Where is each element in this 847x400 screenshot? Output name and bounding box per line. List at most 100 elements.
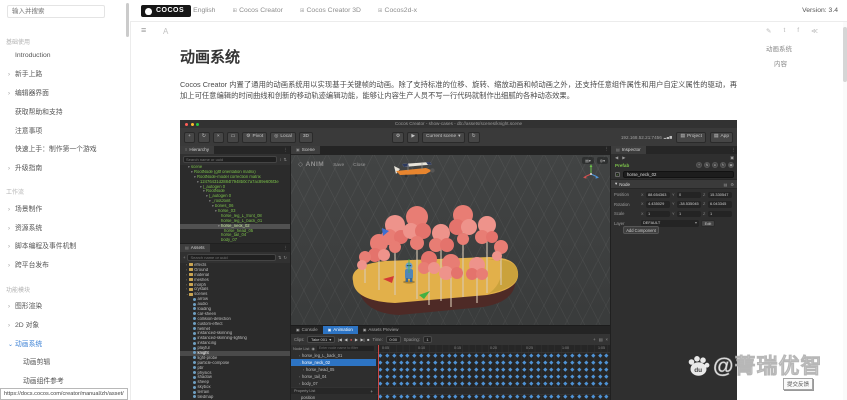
assets-search-input[interactable]: Search name or uuid <box>187 254 276 261</box>
sidebar-item[interactable]: 工作流 <box>6 187 127 196</box>
sidebar-item[interactable]: › 新手上路 <box>0 64 127 83</box>
z-value-input[interactable]: 15.330547 <box>708 191 732 198</box>
sidebar-item[interactable]: › 脚本编程及事件机制 <box>0 236 127 255</box>
prev-frame-button[interactable]: ◀ <box>344 337 347 342</box>
help-icon[interactable]: ▤ <box>724 182 728 187</box>
toc-item[interactable]: 内容 <box>766 55 792 70</box>
toc-item[interactable]: 动画系统 <box>766 40 792 55</box>
panel-menu-icon[interactable]: ⋮ <box>732 147 737 153</box>
preview-settings-button[interactable]: ⚙ <box>392 131 405 143</box>
sidebar-item[interactable]: 注意事项 <box>0 120 127 139</box>
sidebar-item[interactable]: › 图形渲染 <box>0 296 127 315</box>
tab-hierarchy[interactable]: ≡ Hierarchy <box>180 146 214 154</box>
jump-start-button[interactable]: |◀ <box>338 337 342 342</box>
stop-button[interactable]: ■ <box>367 337 369 342</box>
sidebar-item[interactable]: › 跨平台发布 <box>0 255 127 274</box>
tree-node[interactable]: ▾12476431d2884f7948b0c7a7ac89e605f3e <box>180 180 290 185</box>
timeline-track-area[interactable]: 0:05 0:10 0:15 0:20 0:25 1:00 1:05 <box>376 345 611 400</box>
add-asset-icon[interactable]: + <box>183 255 185 260</box>
prefab-add-icon[interactable]: + <box>696 162 702 168</box>
refresh-button[interactable]: ↻ <box>467 131 480 143</box>
y-value-input[interactable]: -38.535045 <box>677 201 701 208</box>
3d-toggle[interactable]: 3D <box>298 131 313 143</box>
lock-icon[interactable]: ▣ <box>730 155 734 160</box>
bottom-tab[interactable]: ▣ Console <box>291 326 323 334</box>
sidebar-item[interactable]: 动画组件参考 <box>0 371 127 388</box>
add-component-button[interactable]: Add Component <box>623 226 659 234</box>
sidebar-item[interactable]: › 场景制作 <box>0 198 127 217</box>
close-window-icon[interactable] <box>185 122 188 126</box>
node-filter-input[interactable]: Enter node name to filter <box>316 346 374 351</box>
timeline-node-row[interactable]: › horse_head_05 <box>291 366 376 373</box>
sidebar-scrollbar[interactable] <box>126 3 129 37</box>
panel-menu-icon[interactable]: ⋮ <box>284 147 289 153</box>
rotate-tool-icon[interactable]: ↻ <box>197 131 210 143</box>
sort-icon[interactable]: ⇅ <box>278 255 282 260</box>
scale-tool-icon[interactable]: × <box>212 131 224 143</box>
sidebar-item[interactable]: 功能模块 <box>6 285 127 294</box>
timeline-node-row[interactable]: › horse_leg_L_back_01 <box>291 352 376 359</box>
search-input[interactable] <box>7 5 105 18</box>
minimize-window-icon[interactable] <box>190 122 194 126</box>
add-event-icon[interactable]: + <box>593 337 595 342</box>
timeline-node-row[interactable]: ⌄horse_neck_02 <box>291 359 376 366</box>
refresh-icon[interactable]: ↻ <box>283 255 287 260</box>
asset-item[interactable]: tiledmap <box>180 395 290 400</box>
open-app-button[interactable]: ▤ App <box>709 131 733 143</box>
sort-icon[interactable]: ⇅ <box>283 157 287 162</box>
play-anim-button[interactable]: ▶ <box>355 337 358 342</box>
property-row[interactable]: position <box>291 394 376 400</box>
sidebar-item[interactable]: 基础使用 <box>6 37 127 46</box>
sidebar-item[interactable]: ⌄ 动画系统 <box>0 333 127 352</box>
exit-icon[interactable]: × <box>606 337 608 342</box>
spacing-input[interactable]: 1 <box>422 336 433 343</box>
layer-edit-button[interactable]: Edit <box>701 220 715 227</box>
x-value-input[interactable]: 88.654363 <box>646 191 670 198</box>
forward-icon[interactable]: ▶ <box>622 155 625 160</box>
header-link[interactable]: English <box>191 7 215 14</box>
record-button[interactable]: ● <box>350 337 352 342</box>
play-button[interactable]: ▶ <box>407 131 420 143</box>
prefab-reset-icon[interactable]: ↻ <box>720 162 726 168</box>
node-name-input[interactable]: horse_neck_02 <box>623 170 734 178</box>
page-scrollbar[interactable] <box>843 22 847 400</box>
open-project-button[interactable]: ▤ Project <box>676 131 706 143</box>
header-link[interactable]: ⊞ Cocos Creator <box>232 7 282 14</box>
prefab-locate-icon[interactable]: ● <box>712 162 718 168</box>
panel-menu-icon[interactable]: ⋮ <box>605 146 610 152</box>
y-value-input[interactable]: 0 <box>677 191 701 198</box>
clip-dropdown[interactable]: Take 001 ▾ <box>307 336 335 343</box>
pivot-toggle[interactable]: ⚙ Pivot <box>242 131 268 143</box>
node-active-checkbox[interactable]: ✓ <box>615 171 620 177</box>
scene-viewport[interactable]: ◇ ANIM Save Close ▤▾ ◎▾ <box>290 155 611 325</box>
keyframe-grid-position[interactable] <box>376 393 611 400</box>
hierarchy-search-input[interactable]: Search name or uuid <box>183 156 278 163</box>
edit-icon[interactable]: ✎ <box>766 27 771 35</box>
timeline-node-row[interactable]: › horse_tail_04 <box>291 373 376 380</box>
back-icon[interactable]: ◀ <box>615 155 618 160</box>
sidebar-item[interactable]: 快速上手：制作第一个游戏 <box>0 139 127 158</box>
header-link[interactable]: ⊞ Cocos Creator 3D <box>300 7 361 14</box>
gear-icon[interactable]: ⚙ <box>730 182 734 187</box>
sidebar-item[interactable]: › 2D 对象 <box>0 314 127 333</box>
sidebar-item[interactable]: 动画剪辑 <box>0 352 127 371</box>
sidebar-item[interactable]: › 资源系统 <box>0 217 127 236</box>
x-value-input[interactable]: 4.435029 <box>646 201 670 208</box>
tab-inspector[interactable]: ▤ Inspector <box>611 146 646 154</box>
y-value-input[interactable]: 1 <box>677 210 701 217</box>
anim-close-button[interactable]: Close <box>353 163 365 168</box>
local-toggle[interactable]: ◎ Local <box>270 131 296 143</box>
z-value-input[interactable]: 1 <box>708 210 732 217</box>
zoom-window-icon[interactable] <box>196 122 199 126</box>
preview-target-dropdown[interactable]: Current scene ▾ <box>422 131 465 143</box>
panel-menu-icon[interactable]: ⋮ <box>284 245 289 251</box>
hamburger-icon[interactable]: ≡ <box>141 25 146 35</box>
page-scrollbar-thumb[interactable] <box>843 27 847 82</box>
expand-icon[interactable]: ↕ <box>279 157 281 162</box>
add-property-icon[interactable]: + <box>370 389 373 394</box>
tab-assets[interactable]: ▤ Assets <box>180 244 210 252</box>
anim-save-button[interactable]: Save <box>333 163 344 168</box>
move-tool-icon[interactable]: + <box>184 131 195 143</box>
prefab-unlink-icon[interactable]: ▣ <box>728 162 734 168</box>
sidebar-item[interactable]: › 编辑器界面 <box>0 83 127 102</box>
